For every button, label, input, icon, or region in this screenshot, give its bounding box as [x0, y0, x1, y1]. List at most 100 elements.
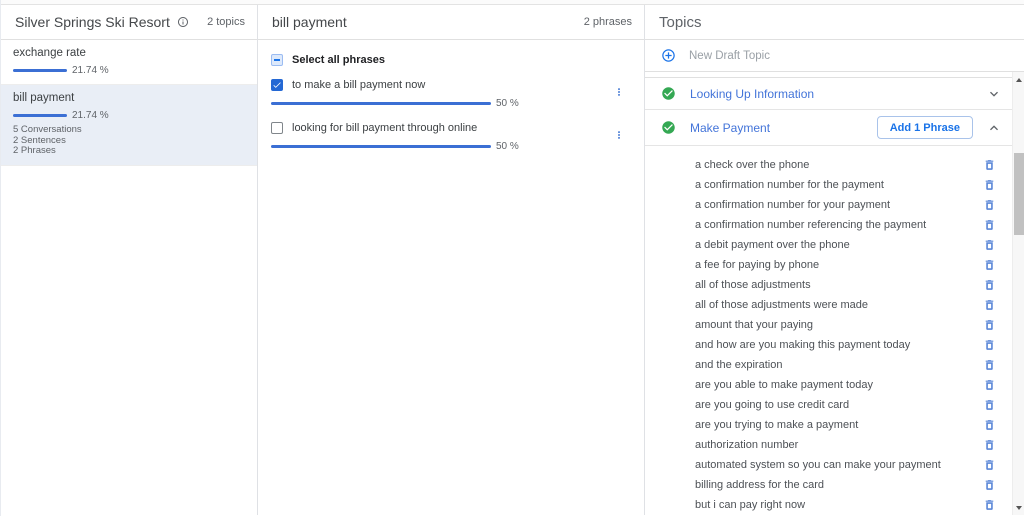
- topic-score-bar-row: 21.74 %: [13, 65, 245, 76]
- topic-phrase-row: a confirmation number referencing the pa…: [645, 215, 1012, 235]
- topic-name: exchange rate: [13, 47, 245, 59]
- phrase-text: authorization number: [695, 439, 983, 451]
- select-all-checkbox[interactable]: [271, 54, 283, 66]
- phrase-text: billing address for the card: [695, 479, 983, 491]
- phrase-text: a check over the phone: [695, 159, 983, 171]
- delete-icon[interactable]: [983, 418, 996, 432]
- phrase-text: looking for bill payment through online: [292, 122, 477, 134]
- delete-icon[interactable]: [983, 458, 996, 472]
- topics-count: 2 topics: [207, 16, 245, 28]
- topic-phrase-row: are you trying to make a payment: [645, 415, 1012, 435]
- phrases-panel: bill payment 2 phrases Select all phrase…: [258, 5, 645, 515]
- new-draft-topic-row[interactable]: New Draft Topic: [645, 40, 1024, 72]
- phrase-checkbox-unchecked[interactable]: [271, 122, 283, 134]
- topics-panel-title: Topics: [659, 14, 702, 31]
- phrase-text: a fee for paying by phone: [695, 259, 983, 271]
- topic-phrase-row: a check over the phone: [645, 155, 1012, 175]
- topic-item-bill-payment[interactable]: bill payment 21.74 % 5 Conversations 2 S…: [1, 85, 257, 166]
- delete-icon[interactable]: [983, 438, 996, 452]
- select-all-label: Select all phrases: [292, 54, 385, 66]
- phrases-count: 2 phrases: [584, 16, 632, 28]
- phrase-text: a confirmation number for the payment: [695, 179, 983, 191]
- kebab-menu-icon[interactable]: [614, 82, 624, 102]
- phrase-checkbox-checked[interactable]: [271, 79, 283, 91]
- phrase-text: are you able to make payment today: [695, 379, 983, 391]
- select-all-row: Select all phrases: [258, 40, 644, 66]
- topic-phrase-row: a confirmation number for your payment: [645, 195, 1012, 215]
- workspace-title: Silver Springs Ski Resort: [15, 14, 170, 30]
- delete-icon[interactable]: [983, 178, 996, 192]
- delete-icon[interactable]: [983, 478, 996, 492]
- delete-icon[interactable]: [983, 238, 996, 252]
- topics-overview-panel: Silver Springs Ski Resort 2 topics excha…: [1, 5, 258, 515]
- topic-phrase-row: and the expiration: [645, 355, 1012, 375]
- add-phrase-button[interactable]: Add 1 Phrase: [877, 116, 973, 139]
- score-percent: 21.74 %: [72, 65, 109, 76]
- phrase-text: all of those adjustments: [695, 279, 983, 291]
- phrase-text: but i can pay right now: [695, 499, 983, 511]
- delete-icon[interactable]: [983, 398, 996, 412]
- phrase-score-bar: [271, 102, 491, 105]
- delete-icon[interactable]: [983, 318, 996, 332]
- topic-item-exchange-rate[interactable]: exchange rate 21.74 %: [1, 40, 257, 85]
- topic-phrase-row: a debit payment over the phone: [645, 235, 1012, 255]
- topic-phrase-row: a confirmation number for the payment: [645, 175, 1012, 195]
- topic-phrase-row: billing address for the card: [645, 475, 1012, 495]
- topic-phrase-row: a fee for paying by phone: [645, 255, 1012, 275]
- stat-phrases: 2 Phrases: [13, 146, 245, 157]
- phrase-row: to make a bill payment now 50 %: [258, 79, 644, 109]
- phrase-text: are you trying to make a payment: [695, 419, 983, 431]
- delete-icon[interactable]: [983, 218, 996, 232]
- phrase-text: a confirmation number referencing the pa…: [695, 219, 983, 231]
- topic-phrase-row: are you going to use credit card: [645, 395, 1012, 415]
- topic-phrase-row: amount that your paying: [645, 315, 1012, 335]
- topic-phrase-row: and how are you making this payment toda…: [645, 335, 1012, 355]
- info-icon[interactable]: [177, 16, 189, 28]
- kebab-menu-icon[interactable]: [614, 125, 624, 145]
- topic-score-bar-row: 21.74 %: [13, 110, 245, 121]
- topic-phrase-row: authorization number: [645, 435, 1012, 455]
- topic-phrase-row: all of those adjustments were made: [645, 295, 1012, 315]
- draft-topics-panel: Topics New Draft Topic Looking Up Inform…: [645, 5, 1024, 515]
- delete-icon[interactable]: [983, 258, 996, 272]
- topic-phrase-row: all of those adjustments: [645, 275, 1012, 295]
- delete-icon[interactable]: [983, 498, 996, 512]
- phrase-text: and the expiration: [695, 359, 983, 371]
- add-circle-icon[interactable]: [661, 48, 676, 63]
- chevron-down-icon[interactable]: [986, 86, 1002, 102]
- delete-icon[interactable]: [983, 378, 996, 392]
- phrase-text: and how are you making this payment toda…: [695, 339, 983, 351]
- draft-topic-row-make-payment[interactable]: Make Payment Add 1 Phrase: [645, 110, 1012, 146]
- phrase-text: to make a bill payment now: [292, 79, 425, 91]
- draft-topic-row-looking-up-information[interactable]: Looking Up Information: [645, 77, 1012, 110]
- scrollbar-thumb[interactable]: [1014, 153, 1024, 235]
- phrase-row: looking for bill payment through online …: [258, 122, 644, 152]
- delete-icon[interactable]: [983, 298, 996, 312]
- delete-icon[interactable]: [983, 338, 996, 352]
- topics-scroll-area: Looking Up Information Make Payment: [645, 72, 1024, 515]
- topic-name: bill payment: [13, 92, 245, 104]
- draft-topic-name[interactable]: Make Payment: [690, 121, 770, 135]
- phrase-text: a debit payment over the phone: [695, 239, 983, 251]
- scrollbar-up-arrow[interactable]: [1013, 74, 1024, 86]
- left-panel-header: Silver Springs Ski Resort 2 topics: [1, 5, 257, 40]
- stat-conversations: 5 Conversations: [13, 125, 245, 136]
- phrase-text: automated system so you can make your pa…: [695, 459, 983, 471]
- chevron-up-icon[interactable]: [986, 120, 1002, 136]
- vertical-scrollbar[interactable]: [1012, 72, 1024, 515]
- topic-phrase-row: but i can pay right now: [645, 495, 1012, 515]
- topic-phrase-list: a check over the phone a confirmation nu…: [645, 146, 1012, 515]
- delete-icon[interactable]: [983, 358, 996, 372]
- phrase-score-bar: [271, 145, 491, 148]
- selected-topic-title: bill payment: [272, 14, 347, 30]
- delete-icon[interactable]: [983, 278, 996, 292]
- new-draft-topic-label: New Draft Topic: [689, 50, 770, 62]
- phrase-text: all of those adjustments were made: [695, 299, 983, 311]
- draft-topic-name[interactable]: Looking Up Information: [690, 87, 814, 101]
- topic-phrase-row: automated system so you can make your pa…: [645, 455, 1012, 475]
- score-percent: 21.74 %: [72, 110, 109, 121]
- delete-icon[interactable]: [983, 198, 996, 212]
- topics-panel-header: Topics: [645, 5, 1024, 40]
- scrollbar-down-arrow[interactable]: [1013, 501, 1024, 513]
- delete-icon[interactable]: [983, 158, 996, 172]
